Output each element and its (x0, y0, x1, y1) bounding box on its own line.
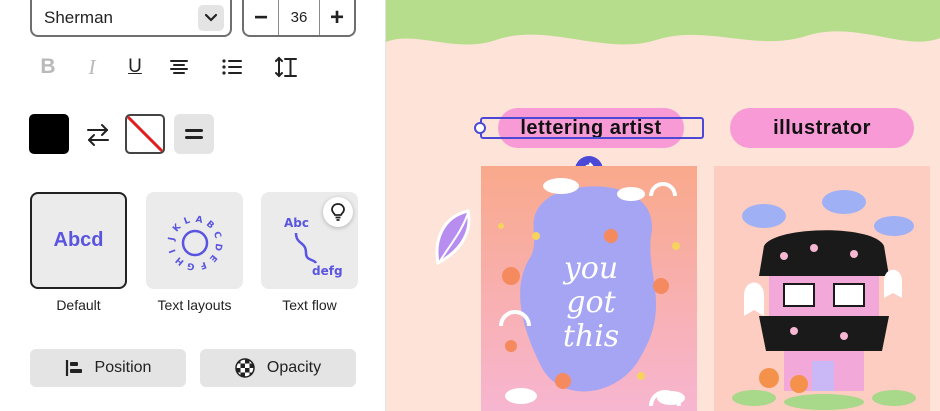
font-size-stepper[interactable]: − 36 + (242, 0, 356, 37)
bullet-list-icon[interactable] (215, 52, 249, 82)
haunted-house-poster[interactable] (714, 166, 930, 411)
text-flow-bottom: defg (312, 264, 343, 278)
opacity-label: Opacity (266, 359, 322, 376)
green-wave-decoration (386, 0, 940, 45)
align-center-icon[interactable] (162, 52, 196, 82)
circular-letter: G (186, 260, 195, 271)
properties-panel: Sherman − 36 + B I U Abcd Default ABCDEF… (0, 0, 386, 411)
lightbulb-icon[interactable] (323, 197, 353, 227)
circular-letter: C (210, 230, 222, 240)
circular-letter: H (174, 254, 186, 267)
opacity-button[interactable]: Opacity (200, 349, 356, 387)
font-family-value: Sherman (44, 7, 113, 27)
circular-letter: B (203, 219, 215, 231)
layout-default-card[interactable]: Abcd (30, 192, 127, 289)
decrease-size-button[interactable]: − (244, 0, 278, 35)
layout-text-flow-label: Text flow (282, 297, 337, 313)
circular-letter: J (166, 236, 177, 242)
position-button[interactable]: Position (30, 349, 186, 387)
circular-letter: D (212, 242, 223, 251)
layout-default-preview: Abcd (53, 229, 104, 251)
selection-box[interactable] (480, 117, 704, 139)
selection-handle-left[interactable] (474, 122, 486, 134)
font-family-dropdown[interactable]: Sherman (30, 0, 232, 37)
swap-colors-icon[interactable] (84, 122, 112, 148)
chevron-down-icon[interactable] (198, 5, 224, 31)
poster-word-you: you (562, 251, 618, 286)
text-align-button[interactable] (174, 114, 214, 154)
font-size-value[interactable]: 36 (278, 0, 320, 35)
text-flow-top: Abc (284, 216, 309, 230)
circular-letter: A (194, 214, 203, 225)
poster-word-this: this (563, 319, 619, 354)
layout-default-label: Default (56, 297, 101, 313)
stroke-color-swatch-none[interactable] (125, 114, 165, 154)
circular-letter: K (171, 221, 184, 234)
opacity-icon (235, 358, 255, 378)
poster-word-got: got (566, 285, 616, 320)
layout-text-layouts-card[interactable]: ABCDEFGHIJKL (146, 192, 243, 289)
circular-letter: I (168, 247, 179, 254)
circular-letter: E (206, 252, 218, 263)
you-got-this-poster[interactable]: you got this (481, 166, 697, 411)
bold-button[interactable]: B (31, 52, 65, 82)
position-label: Position (94, 359, 152, 376)
underline-button[interactable]: U (118, 52, 152, 82)
italic-button[interactable]: I (75, 52, 109, 82)
position-icon (65, 360, 82, 376)
illustrator-text: illustrator (773, 116, 871, 139)
illustrator-pill[interactable]: illustrator (730, 108, 914, 148)
fill-color-swatch[interactable] (29, 114, 69, 154)
circular-text-icon: A BCDEFGHIJKL (166, 214, 223, 271)
design-canvas[interactable]: lettering artist illustrator you got thi… (386, 0, 940, 411)
increase-size-button[interactable]: + (320, 0, 354, 35)
line-spacing-icon[interactable] (269, 52, 303, 82)
layout-text-layouts-label: Text layouts (157, 297, 232, 313)
circular-letter: L (182, 215, 191, 226)
circular-letter: F (198, 258, 207, 270)
